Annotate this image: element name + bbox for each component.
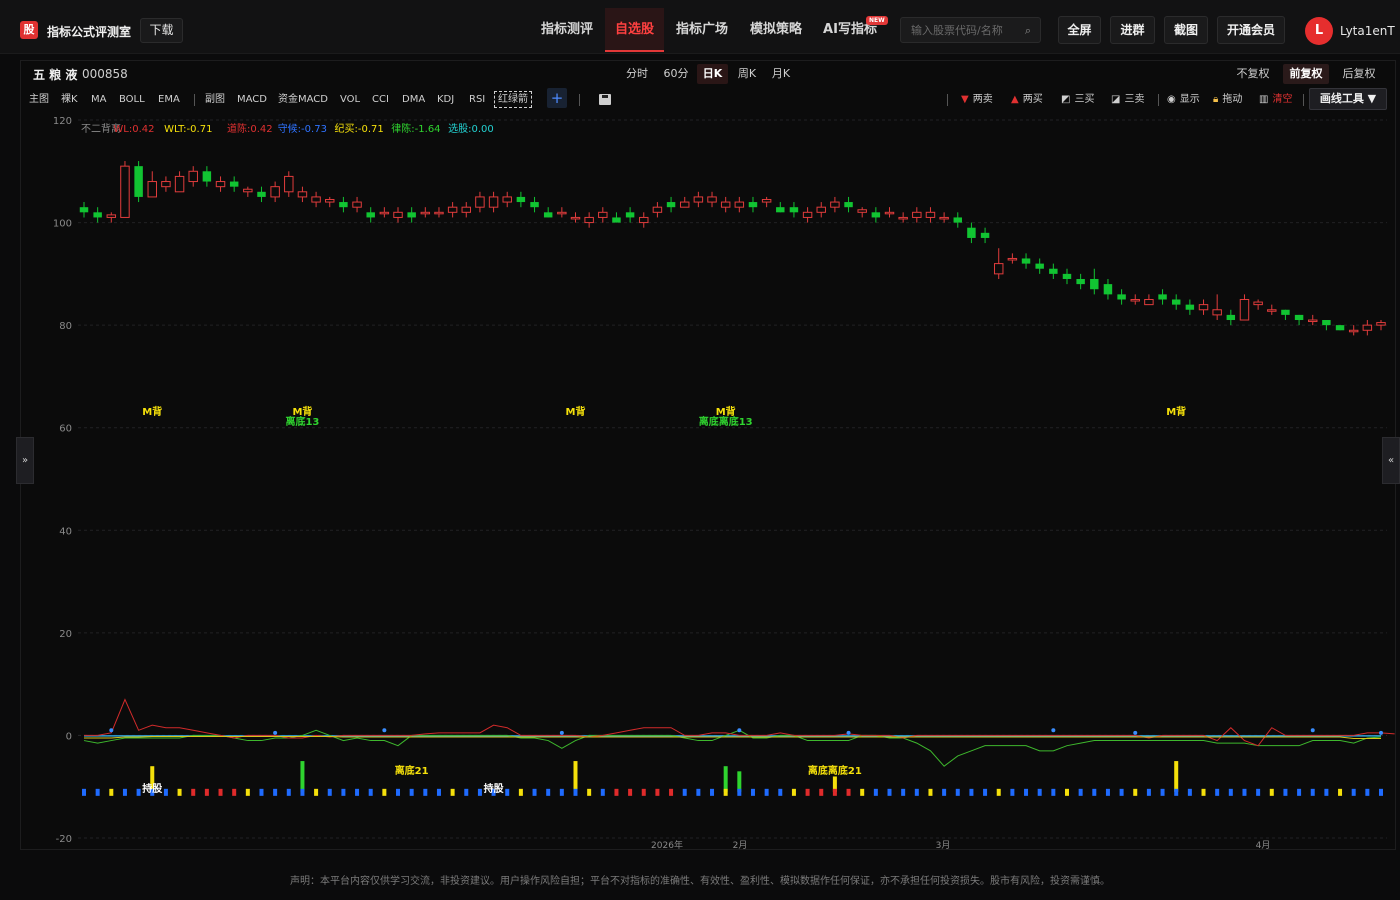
disclaimer: 声明：本平台内容仅供学习交流，非投资建议。用户操作风险自担；平台不对指标的准确性…	[290, 876, 1110, 887]
adjust-backward[interactable]: 后复权	[1338, 64, 1380, 84]
user-avatar[interactable]: L	[1305, 17, 1333, 45]
top-navigation-bar: 股 指标公式评测室 下载 指标测评 自选股 指标广场 模拟策略 AI写指标 NE…	[0, 0, 1400, 54]
nav-item-indicator-review[interactable]: 指标测评	[533, 8, 601, 52]
save-icon[interactable]	[599, 94, 611, 105]
indicator-vol[interactable]: VOL	[340, 93, 360, 107]
chart-panel	[20, 60, 1396, 850]
period-weekly[interactable]: 周K	[733, 64, 761, 84]
left-panel-toggle[interactable]: »	[16, 437, 34, 484]
stock-search-box: ⌕	[900, 17, 1041, 43]
screenshot-button[interactable]: 截图	[1164, 16, 1208, 44]
tool-show[interactable]: ◉ 显示	[1167, 93, 1200, 107]
eye-icon: ◉	[1167, 94, 1176, 105]
download-button[interactable]: 下载	[140, 18, 183, 43]
indicator-rsi[interactable]: RSI	[469, 93, 485, 107]
tool-clear[interactable]: ▥ 清空	[1259, 93, 1292, 107]
join-group-button[interactable]: 进群	[1110, 16, 1155, 44]
period-monthly[interactable]: 月K	[767, 64, 795, 84]
indicator-kdj[interactable]: KDJ	[437, 93, 454, 107]
tool-label: 两卖	[972, 94, 993, 105]
period-intraday[interactable]: 分时	[622, 64, 652, 84]
tool-label: 拖动	[1222, 94, 1243, 105]
indicator-dma[interactable]: DMA	[402, 93, 425, 107]
divider	[194, 94, 195, 106]
chart-up-icon: ◩	[1061, 94, 1071, 105]
tool-three-sell[interactable]: ◪ 三卖	[1111, 93, 1144, 107]
tool-label: 两买	[1022, 94, 1043, 105]
lock-icon: 🔒︎	[1213, 94, 1219, 105]
nav-item-indicator-square[interactable]: 指标广场	[668, 8, 736, 52]
adjust-forward[interactable]: 前复权	[1283, 64, 1329, 84]
divider	[947, 94, 948, 106]
triangle-down-icon: ▼	[961, 94, 969, 105]
fullscreen-button[interactable]: 全屏	[1058, 16, 1101, 44]
right-panel-toggle[interactable]: «	[1382, 437, 1400, 484]
indicator-red-green-arrow[interactable]: 红绿箭	[494, 91, 532, 108]
stock-search-input[interactable]	[911, 22, 1021, 38]
chart-down-icon: ◪	[1111, 94, 1121, 105]
app-logo-icon[interactable]: 股	[20, 21, 38, 39]
indicator-macd[interactable]: MACD	[237, 93, 267, 107]
tool-label: 清空	[1272, 94, 1293, 105]
stock-code: 000858	[82, 67, 128, 81]
period-60min[interactable]: 60分	[660, 64, 692, 84]
membership-button[interactable]: 开通会员	[1217, 16, 1285, 44]
trash-icon: ▥	[1259, 94, 1269, 105]
tool-two-sell[interactable]: ▼ 两卖	[961, 93, 993, 107]
divider	[579, 94, 580, 106]
indicator-sub-chart[interactable]: 副图	[205, 93, 225, 107]
indicator-cci[interactable]: CCI	[372, 93, 389, 107]
nav-item-ai-write-indicator[interactable]: AI写指标	[816, 8, 884, 52]
nav-item-watchlist[interactable]: 自选股	[605, 8, 664, 52]
indicator-ma[interactable]: MA	[91, 93, 106, 107]
tool-label: 显示	[1179, 94, 1200, 105]
add-indicator-button[interactable]: +	[547, 88, 567, 108]
stock-name: 五 粮 液	[33, 68, 78, 82]
tool-two-buy[interactable]: ▲ 两买	[1011, 93, 1043, 107]
indicator-fund-macd[interactable]: 资金MACD	[278, 93, 328, 107]
user-name[interactable]: Lyta1enT	[1340, 24, 1395, 38]
divider	[1158, 94, 1159, 106]
search-icon[interactable]: ⌕	[1025, 25, 1031, 36]
indicator-bare-k[interactable]: 裸K	[61, 93, 78, 107]
tool-label: 三买	[1074, 94, 1095, 105]
nav-item-simulated-strategy[interactable]: 模拟策略	[742, 8, 810, 52]
period-daily[interactable]: 日K	[697, 64, 728, 84]
new-badge: NEW	[866, 16, 888, 25]
tool-three-buy[interactable]: ◩ 三买	[1061, 93, 1094, 107]
adjust-none[interactable]: 不复权	[1232, 64, 1274, 84]
tool-drag[interactable]: 🔒︎ 拖动	[1213, 93, 1242, 107]
indicator-boll[interactable]: BOLL	[119, 93, 145, 107]
brand-title[interactable]: 指标公式评测室	[47, 23, 131, 40]
triangle-up-icon: ▲	[1011, 94, 1019, 105]
indicator-main-chart[interactable]: 主图	[29, 93, 49, 107]
divider	[1303, 94, 1304, 106]
indicator-ema[interactable]: EMA	[158, 93, 180, 107]
tool-label: 三卖	[1124, 94, 1145, 105]
draw-tools-dropdown[interactable]: 画线工具 ▼	[1309, 88, 1387, 110]
